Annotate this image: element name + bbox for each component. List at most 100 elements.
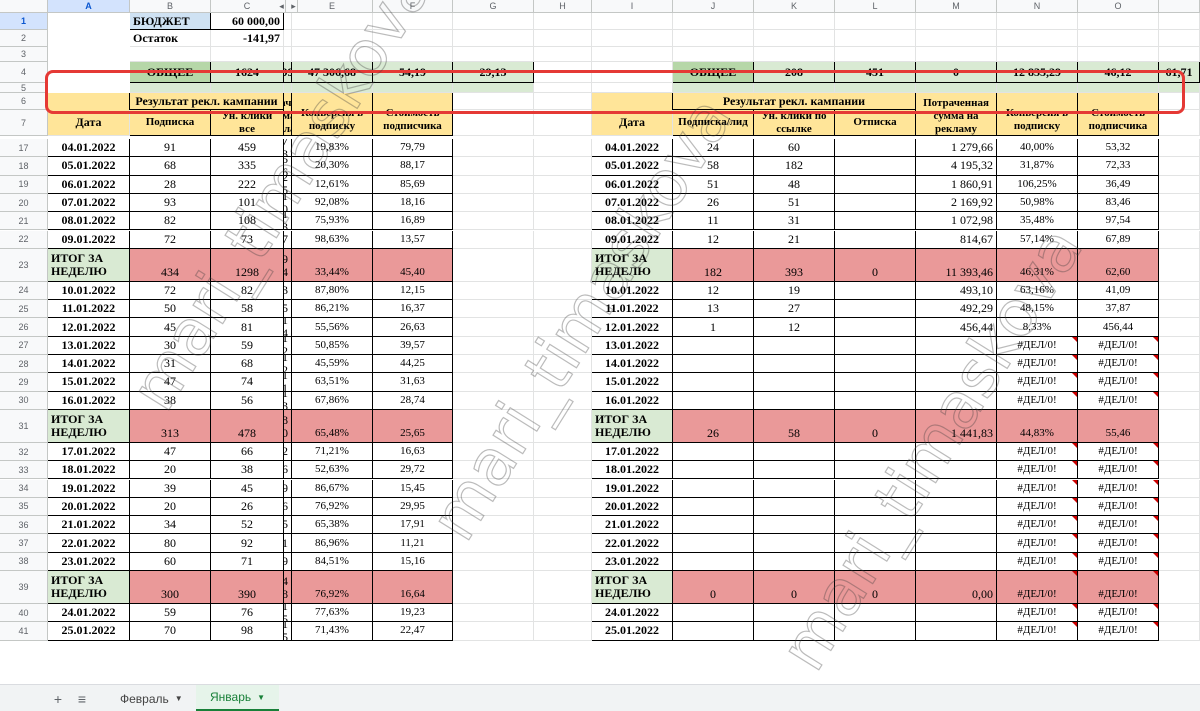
left-value[interactable]: 71	[211, 552, 284, 571]
left-value[interactable]: 76	[211, 604, 284, 623]
left-value[interactable]: 33,44%	[292, 248, 373, 282]
empty-cell[interactable]	[453, 175, 534, 194]
column-header[interactable]	[1159, 0, 1200, 13]
row-header[interactable]: 36	[0, 516, 48, 535]
left-value[interactable]: 19 705,54	[284, 248, 292, 282]
left-value[interactable]: 58	[211, 300, 284, 319]
right-value[interactable]: 19	[754, 281, 835, 301]
spacer-cell[interactable]	[1078, 83, 1159, 93]
empty-cell[interactable]	[453, 139, 534, 158]
left-value[interactable]: 1 134,85	[284, 604, 292, 623]
week-total-label[interactable]: ИТОГ ЗА НЕДЕЛЮ	[592, 571, 673, 604]
error-value[interactable]: #ДЕЛ/0!	[1078, 336, 1159, 355]
left-value[interactable]: 47	[130, 442, 211, 462]
date-cell[interactable]: 07.01.2022	[48, 193, 130, 213]
empty-cell[interactable]	[592, 47, 673, 62]
right-value[interactable]: 21	[754, 230, 835, 249]
date-cell[interactable]: 10.01.2022	[592, 281, 673, 301]
right-value[interactable]: 58	[754, 409, 835, 443]
left-value[interactable]: 39,57	[373, 336, 453, 355]
left-value[interactable]: 15,45	[373, 479, 453, 498]
right-value[interactable]	[754, 355, 835, 374]
empty-cell[interactable]	[1159, 30, 1200, 47]
column-header[interactable]: H	[534, 0, 592, 13]
empty-cell[interactable]	[453, 93, 534, 110]
right-value[interactable]	[754, 391, 835, 410]
left-value[interactable]: 29,95	[373, 497, 453, 517]
empty-cell[interactable]	[453, 461, 534, 480]
budget-value[interactable]: 60 000,00	[211, 13, 284, 30]
empty-cell[interactable]	[534, 13, 592, 30]
right-value[interactable]	[916, 461, 997, 480]
empty-cell[interactable]	[592, 83, 673, 93]
empty-cell[interactable]	[1159, 157, 1200, 176]
error-value[interactable]: #ДЕЛ/0!	[997, 355, 1078, 374]
right-value[interactable]: 8,33%	[997, 318, 1078, 337]
date-cell[interactable]: 11.01.2022	[48, 300, 130, 319]
error-value[interactable]: #ДЕЛ/0!	[997, 479, 1078, 498]
date-cell[interactable]: 15.01.2022	[592, 373, 673, 392]
right-value[interactable]: 58	[673, 157, 754, 176]
right-value[interactable]: 11 393,46	[916, 248, 997, 282]
left-value[interactable]: 101	[211, 193, 284, 213]
empty-cell[interactable]	[453, 110, 534, 136]
left-value[interactable]: 68	[211, 355, 284, 374]
empty-cell[interactable]	[916, 13, 997, 30]
right-value[interactable]	[835, 355, 916, 374]
spacer-cell[interactable]	[916, 83, 997, 93]
left-value[interactable]: 897,01	[284, 534, 292, 553]
left-value[interactable]: 55,56%	[292, 318, 373, 337]
right-value[interactable]	[916, 516, 997, 535]
empty-cell[interactable]	[534, 516, 592, 535]
empty-cell[interactable]	[453, 497, 534, 517]
left-value[interactable]: 25,65	[373, 409, 453, 443]
date-cell[interactable]: 08.01.2022	[592, 212, 673, 231]
right-value[interactable]	[754, 479, 835, 498]
error-value[interactable]: #ДЕЛ/0!	[1078, 373, 1159, 392]
date-cell[interactable]: 21.01.2022	[48, 516, 130, 535]
spacer-cell[interactable]	[754, 83, 835, 93]
row-header[interactable]: 23	[0, 248, 48, 282]
empty-cell[interactable]	[1159, 497, 1200, 517]
left-value[interactable]: 91	[130, 139, 211, 158]
right-value[interactable]	[754, 461, 835, 480]
error-value[interactable]: #ДЕЛ/0!	[997, 534, 1078, 553]
empty-cell[interactable]	[534, 442, 592, 462]
total-left-value[interactable]: 47 306,68	[292, 62, 373, 83]
empty-cell[interactable]	[534, 355, 592, 374]
empty-cell[interactable]	[534, 62, 592, 83]
left-value[interactable]: 45,40	[373, 248, 453, 282]
date-cell[interactable]: 14.01.2022	[592, 355, 673, 374]
empty-cell[interactable]	[534, 318, 592, 337]
left-value[interactable]: 1 198,34	[284, 318, 292, 337]
right-value[interactable]	[673, 604, 754, 623]
spacer-cell[interactable]	[997, 83, 1078, 93]
right-value[interactable]: 11	[673, 212, 754, 231]
right-value[interactable]: 26	[673, 409, 754, 443]
left-value[interactable]: 818,55	[284, 300, 292, 319]
left-value[interactable]: 22,47	[373, 622, 453, 641]
left-value[interactable]: 1298	[211, 248, 284, 282]
right-value[interactable]: 1 072,98	[916, 212, 997, 231]
right-value[interactable]	[916, 497, 997, 517]
date-cell[interactable]: 08.01.2022	[48, 212, 130, 231]
date-cell[interactable]: 21.01.2022	[592, 516, 673, 535]
left-value[interactable]: 71,21%	[292, 442, 373, 462]
row-header[interactable]: 30	[0, 391, 48, 410]
right-value[interactable]	[673, 461, 754, 480]
right-value[interactable]: 0	[835, 248, 916, 282]
right-value[interactable]: 55,46	[1078, 409, 1159, 443]
empty-cell[interactable]	[1078, 13, 1159, 30]
left-value[interactable]: 34	[130, 516, 211, 535]
right-value[interactable]	[916, 604, 997, 623]
empty-cell[interactable]	[453, 373, 534, 392]
left-value[interactable]: 28,74	[373, 391, 453, 410]
left-value[interactable]: 20	[130, 497, 211, 517]
row-header[interactable]: 28	[0, 355, 48, 374]
empty-cell[interactable]	[453, 212, 534, 231]
spacer-cell[interactable]	[1159, 83, 1200, 93]
error-value[interactable]: #ДЕЛ/0!	[1078, 479, 1159, 498]
left-value[interactable]: 66	[211, 442, 284, 462]
empty-cell[interactable]	[373, 47, 453, 62]
right-value[interactable]	[673, 516, 754, 535]
